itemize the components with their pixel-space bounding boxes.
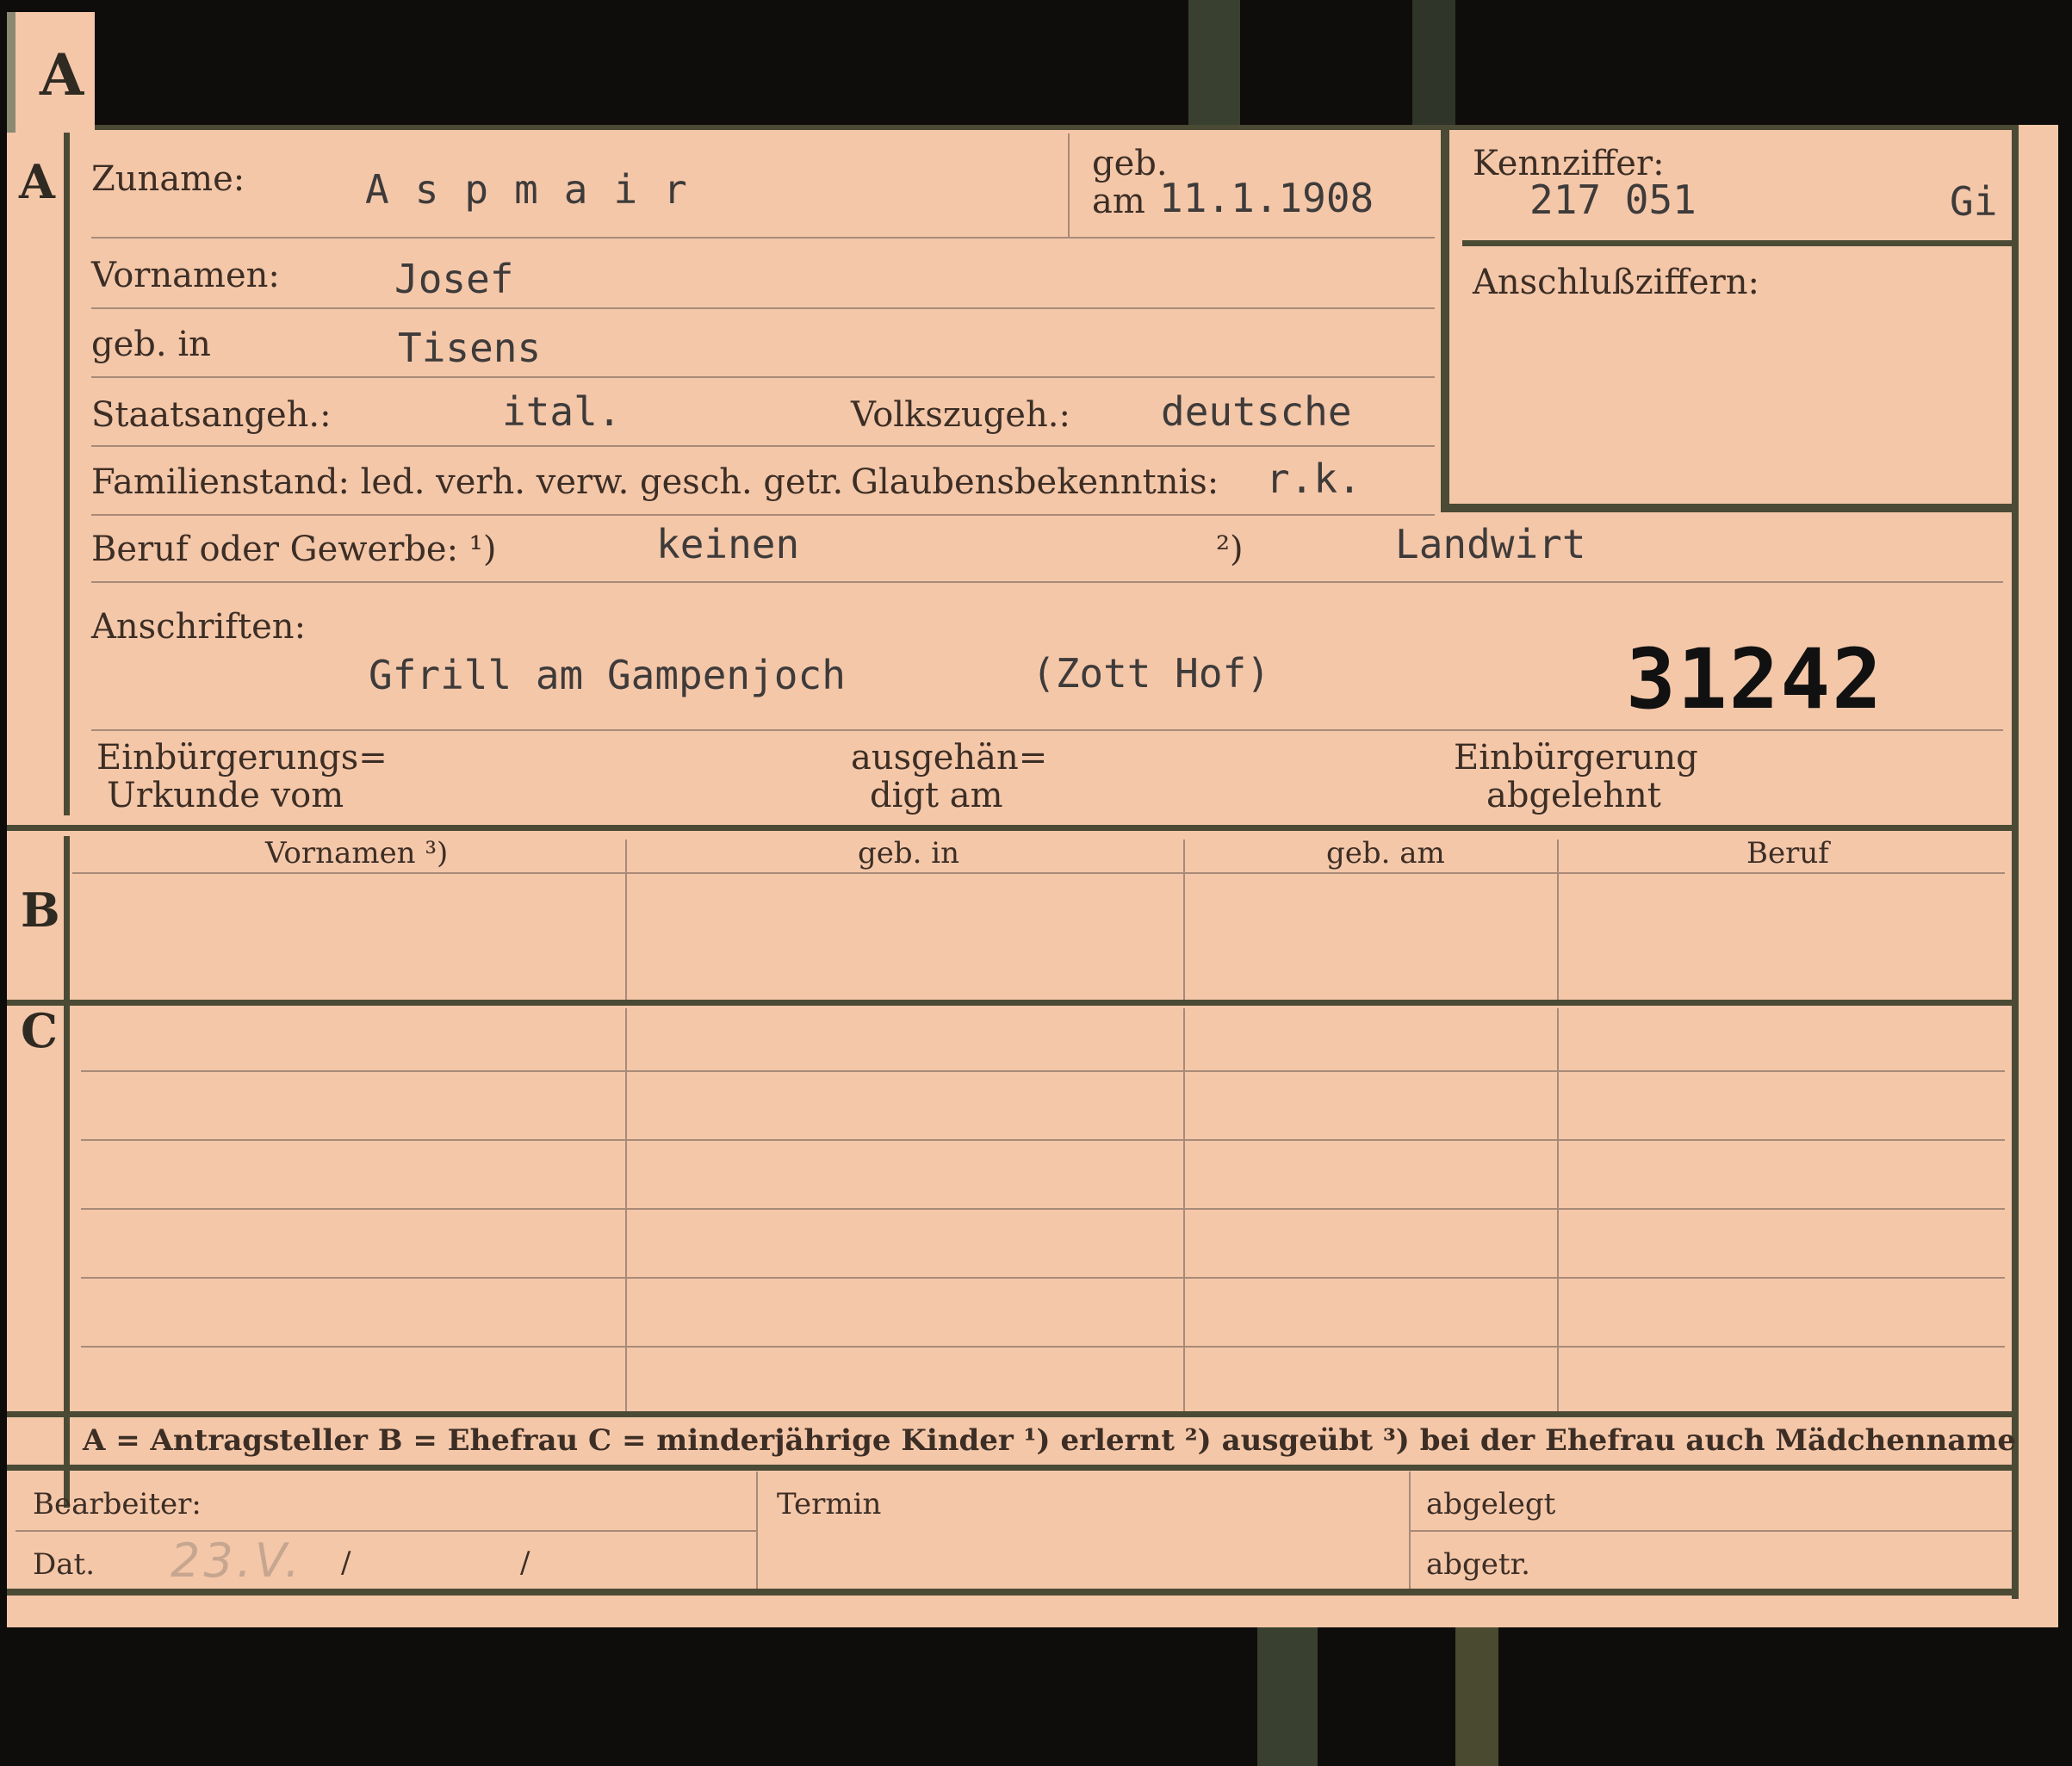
frame-bottom — [7, 1589, 2019, 1596]
table-row-divider — [81, 1139, 2005, 1141]
geb-in-label: geb. in — [91, 325, 211, 364]
geb-label: geb. — [1092, 144, 1168, 183]
abgetr-label: abgetr. — [1426, 1547, 1530, 1582]
table-col-divider — [625, 840, 627, 1000]
background-strip — [1455, 1627, 1498, 1766]
anschlussziffern-label: Anschlußziffern: — [1473, 263, 1759, 302]
background-strip — [1257, 1627, 1318, 1766]
am-label: am — [1092, 182, 1145, 221]
index-tab: A — [7, 12, 95, 133]
ausgehaendigt-label-2: digt am — [870, 776, 1003, 815]
stamp-number: 31242 — [1626, 631, 1883, 728]
frame-section-c-bottom — [7, 1411, 2019, 1417]
row-divider — [91, 581, 2003, 583]
zuname-value: Aspmair — [365, 166, 713, 213]
geb-in-value: Tisens — [398, 325, 542, 371]
table-header-vornamen: Vornamen ³) — [265, 836, 449, 871]
einbuergerung-urkunde-label-2: Urkunde vom — [107, 776, 344, 815]
section-b-letter: B — [21, 883, 60, 938]
dat-slash: / — [341, 1546, 351, 1580]
familienstand-label: Familienstand: led. verh. verw. gesch. g… — [91, 462, 844, 502]
row-divider — [91, 376, 1435, 378]
dat-pencil-value: 23.V. — [171, 1534, 303, 1588]
frame-right — [2012, 125, 2019, 1599]
staatsangeh-value: ital. — [502, 388, 622, 435]
table-col-divider — [625, 1008, 627, 1411]
anschrift-value: Gfrill am Gampenjoch — [369, 652, 846, 698]
geb-divider — [1068, 133, 1070, 237]
dat-slash: / — [520, 1546, 530, 1580]
row-divider — [91, 514, 1435, 516]
frame-top — [7, 125, 2019, 130]
bearbeiter-label: Bearbeiter: — [33, 1487, 202, 1521]
table-header-geb-am: geb. am — [1326, 836, 1445, 871]
table-row-divider — [81, 1346, 2005, 1348]
einbuergerung-abgelehnt-label-1: Einbürgerung — [1454, 738, 1698, 778]
vornamen-label: Vornamen: — [91, 256, 280, 295]
termin-label: Termin — [777, 1487, 882, 1521]
kennziffer-value: 217 051 — [1529, 177, 1697, 223]
anschriften-label: Anschriften: — [91, 607, 307, 647]
beruf-ausgeuebt-value: Landwirt — [1395, 521, 1586, 567]
table-row-divider — [81, 1277, 2005, 1279]
staatsangeh-label: Staatsangeh.: — [91, 395, 332, 435]
footer-row-divider — [1411, 1530, 2012, 1532]
kennziffer-box-left — [1441, 130, 1449, 511]
anschrift-hof-value: (Zott Hof) — [1032, 650, 1270, 697]
section-c-letter: C — [21, 1003, 58, 1058]
background-strip — [1412, 0, 1455, 125]
ausgehaendigt-label-1: ausgehän= — [851, 738, 1048, 778]
kennziffer-suffix: Gi — [1950, 178, 1998, 225]
geb-am-value: 11.1.1908 — [1159, 175, 1374, 221]
frame-left — [64, 836, 70, 1508]
footer-row-divider — [16, 1530, 758, 1532]
table-col-divider — [1557, 840, 1559, 1000]
table-header-geb-in: geb. in — [858, 836, 960, 871]
beruf-ausgeuebt-marker: ²) — [1216, 530, 1244, 569]
section-a-letter: A — [19, 154, 55, 209]
volkszugeh-value: deutsche — [1161, 388, 1352, 435]
row-divider — [91, 729, 2003, 731]
frame-legend-bottom — [7, 1465, 2019, 1471]
glaubensbekenntnis-label: Glaubensbekenntnis: — [851, 462, 1219, 502]
row-divider — [91, 237, 1435, 239]
beruf-erlernt-value: keinen — [656, 521, 800, 567]
frame-left — [64, 125, 70, 815]
einbuergerung-urkunde-label-1: Einbürgerungs= — [96, 738, 388, 778]
row-divider — [91, 307, 1435, 309]
zuname-label: Zuname: — [91, 159, 245, 199]
kennziffer-box-bottom — [1441, 504, 2012, 512]
row-divider — [91, 445, 1435, 447]
frame-section-a-bottom — [7, 825, 2019, 831]
table-row-divider — [81, 1070, 2005, 1072]
table-header-divider — [72, 872, 2005, 874]
frame-section-b-bottom — [7, 1000, 2019, 1006]
einbuergerung-abgelehnt-label-2: abgelehnt — [1486, 776, 1661, 815]
abgelegt-label: abgelegt — [1426, 1487, 1556, 1521]
table-header-beruf: Beruf — [1746, 836, 1829, 871]
background-strip — [1188, 0, 1240, 125]
table-col-divider — [1183, 1008, 1185, 1411]
dat-label: Dat. — [33, 1547, 96, 1582]
volkszugeh-label: Volkszugeh.: — [851, 395, 1070, 435]
table-col-divider — [1557, 1008, 1559, 1411]
kennziffer-box-divider — [1462, 240, 2012, 246]
table-row-divider — [81, 1208, 2005, 1210]
registration-card: A B C Zuname: Aspmair geb. am 11.1.1908 … — [7, 125, 2058, 1627]
table-col-divider — [1183, 840, 1185, 1000]
beruf-label: Beruf oder Gewerbe: ¹) — [91, 530, 497, 569]
index-tab-letter: A — [40, 41, 84, 108]
vornamen-value: Josef — [394, 256, 514, 302]
legend: A = Antragsteller B = Ehefrau C = minder… — [83, 1423, 2016, 1458]
glaubensbekenntnis-value: r.k. — [1266, 455, 1362, 502]
